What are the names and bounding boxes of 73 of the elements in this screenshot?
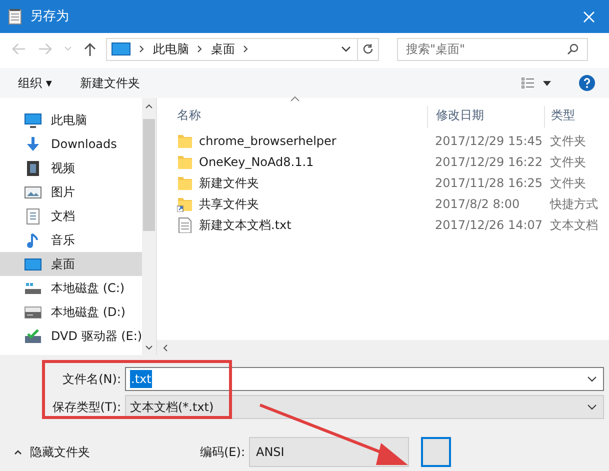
date-cell-text: 2017/8/2 8:00 xyxy=(434,196,521,212)
sidebar-item[interactable]: 图片 xyxy=(0,180,142,204)
breadcrumb-item[interactable]: 此电脑 xyxy=(153,40,189,58)
file-name[interactable]: 新建文本文档.txt xyxy=(199,216,292,234)
date-cell-text: 2017/12/29 15:45 xyxy=(434,132,544,150)
field-label: 编码(E): xyxy=(200,444,245,461)
view-list-icon[interactable] xyxy=(521,77,535,89)
address-bar[interactable]: 此电脑 桌面 xyxy=(106,38,379,60)
monitor-icon xyxy=(24,112,42,128)
date-cell-text: 2017/12/29 16:22 xyxy=(434,154,544,170)
filename-field[interactable]: .txt xyxy=(125,367,604,391)
sidebar-item[interactable]: 视频 xyxy=(0,156,142,180)
folder-icon xyxy=(177,132,193,148)
sidebar-item[interactable]: 文档 xyxy=(0,204,142,228)
film-icon xyxy=(24,160,42,176)
column-header[interactable]: 修改日期 xyxy=(427,106,544,128)
organize-button[interactable]: 组织 ▾ xyxy=(18,74,52,92)
refresh-icon[interactable] xyxy=(362,43,374,55)
drive-icon xyxy=(24,304,42,320)
date-cell-text: 2017/12/26 14:07 xyxy=(434,216,544,234)
type-cell-text: 文件夹 xyxy=(549,132,587,150)
type-cell-text: 快捷方式 xyxy=(548,196,599,212)
save-button[interactable] xyxy=(421,437,451,467)
search-field[interactable]: 搜索"桌面" xyxy=(397,38,588,60)
encoding-dropdown[interactable]: ANSI xyxy=(249,437,409,467)
field-label: 文件名(N): xyxy=(62,371,122,388)
file-name[interactable]: 共享文件夹 xyxy=(199,194,259,212)
chevron-down-icon[interactable] xyxy=(587,376,597,382)
monitor-icon xyxy=(111,42,131,56)
hide-folders-button[interactable]: 隐藏文件夹 xyxy=(0,443,90,461)
breadcrumb-item[interactable]: 桌面 xyxy=(211,40,235,58)
sidebar-item[interactable]: DVD 驱动器 (E:) xyxy=(0,324,142,348)
caret-icon xyxy=(14,450,22,454)
chevron-right-icon xyxy=(243,45,249,53)
type-cell-text: 文本文档 xyxy=(549,216,599,234)
document-icon xyxy=(24,208,42,224)
date-cell-text: 2017/11/28 16:25 xyxy=(434,174,544,192)
file-name[interactable]: OneKey_NoAd8.1.1 xyxy=(199,152,314,170)
close-icon xyxy=(583,10,595,22)
download-arrow-icon xyxy=(24,136,42,152)
folder-icon xyxy=(177,154,193,170)
chevron-down-icon[interactable] xyxy=(587,404,597,410)
search-icon xyxy=(567,42,579,54)
caret-icon[interactable] xyxy=(543,80,551,86)
column-header[interactable]: 名称 xyxy=(165,106,427,128)
text-file-icon xyxy=(177,216,193,232)
sidebar-item[interactable]: 音乐 xyxy=(0,228,142,252)
image-icon xyxy=(24,184,42,200)
folder-shortcut-icon xyxy=(177,196,193,212)
file-name[interactable]: 新建文件夹 xyxy=(199,174,259,192)
help-icon[interactable] xyxy=(579,75,595,91)
type-cell-text: 文件夹 xyxy=(549,154,587,170)
chevron-down-icon[interactable] xyxy=(340,46,350,52)
chevron-right-icon xyxy=(139,45,145,53)
type-cell-text: 文件夹 xyxy=(549,174,587,192)
file-name[interactable]: chrome_browserhelper xyxy=(199,132,336,150)
scrollbar-thumb[interactable] xyxy=(143,119,156,231)
new-folder-button[interactable]: 新建文件夹 xyxy=(80,74,140,92)
field-label: 保存类型(T): xyxy=(51,399,122,416)
column-header[interactable]: 类型 xyxy=(544,106,609,128)
disc-drive-icon xyxy=(24,328,42,344)
file-type-dropdown[interactable]: 文本文档(*.txt) xyxy=(125,395,604,419)
window-title: 另存为 xyxy=(30,8,69,26)
notepad-icon xyxy=(8,8,22,25)
chevron-right-icon xyxy=(197,45,203,53)
sidebar-item[interactable]: 此电脑 xyxy=(0,108,142,132)
up-arrow-icon[interactable] xyxy=(84,42,96,56)
monitor-icon xyxy=(24,256,42,272)
sidebar-item[interactable]: 本地磁盘 (D:) xyxy=(0,300,142,324)
sidebar-item[interactable]: 桌面 xyxy=(0,252,142,276)
folder-icon xyxy=(177,174,193,190)
sidebar-item[interactable]: 本地磁盘 (C:) xyxy=(0,276,142,300)
sidebar-item[interactable]: Downloads xyxy=(0,132,142,156)
